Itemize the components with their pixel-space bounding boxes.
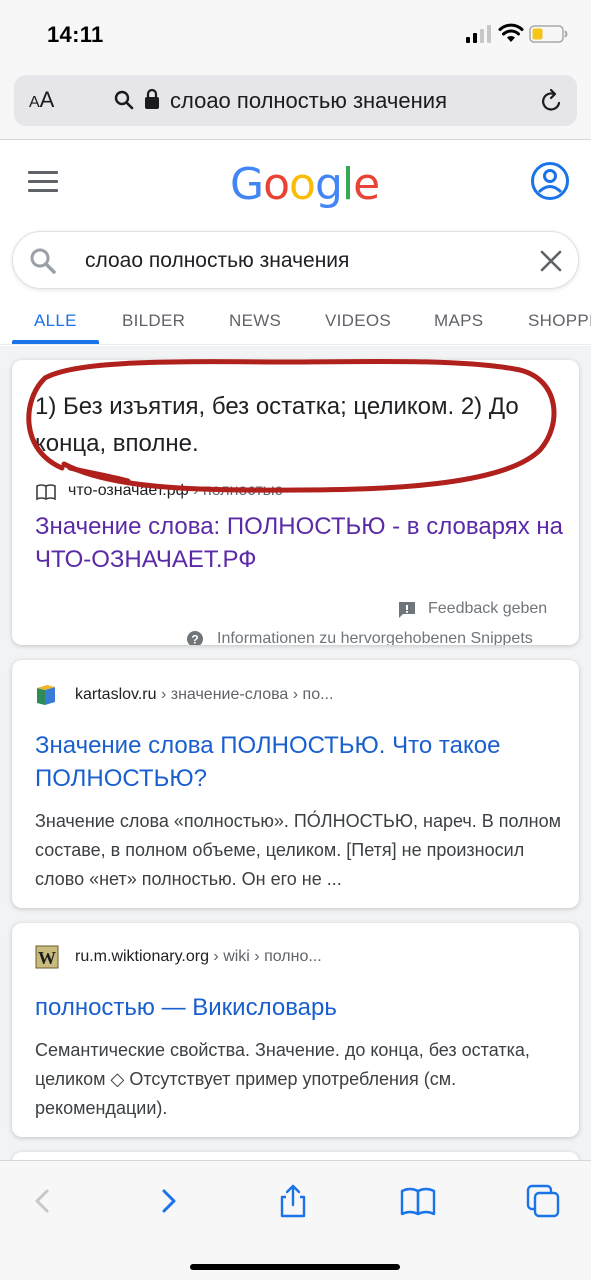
wifi-icon [498, 23, 524, 42]
status-bar: 14:11 [0, 0, 591, 70]
kartaslov-favicon [37, 685, 55, 705]
google-logo[interactable]: Google [230, 159, 380, 210]
tabs-icon[interactable] [525, 1183, 561, 1219]
share-icon[interactable] [275, 1183, 311, 1219]
search-result: kartaslov.ru › значение-слова › по... Зн… [12, 660, 579, 908]
result-description: Значение слова «полностью». ПО́ЛНОСТЬЮ, … [35, 811, 561, 889]
tab-shopping[interactable]: SHOPPING [528, 311, 591, 331]
tab-videos[interactable]: VIDEOS [325, 311, 391, 331]
snippet-title-link[interactable]: Значение слова: ПОЛНОСТЬЮ - в словарях н… [35, 510, 565, 576]
lock-icon [145, 88, 159, 109]
forward-icon[interactable] [151, 1183, 187, 1219]
search-icon [114, 90, 134, 110]
featured-snippet-card: 1) Без изъятия, без остатка; целиком. 2)… [12, 360, 579, 645]
logo-letter: l [341, 159, 354, 210]
result-title-link[interactable]: Значение слова ПОЛНОСТЬЮ. Что такое ПОЛН… [35, 729, 565, 795]
account-icon[interactable] [530, 161, 570, 201]
logo-letter: g [314, 159, 343, 210]
active-tab-indicator [12, 340, 99, 344]
feedback-icon [399, 602, 415, 618]
result-title-link[interactable]: полностью — Викисловарь [35, 991, 565, 1024]
reader-text-size-button[interactable]: AA [29, 87, 54, 113]
result-source[interactable]: ru.m.wiktionary.org › wiki › полно... [75, 948, 322, 966]
tab-all[interactable]: ALLE [34, 311, 77, 331]
search-result: W ru.m.wiktionary.org › wiki › полно... … [12, 923, 579, 1137]
status-time: 14:11 [47, 22, 104, 47]
search-box[interactable]: слоао полностью значения [12, 231, 579, 289]
battery-icon [529, 25, 568, 43]
search-tabs: ALLE BILDER NEWS VIDEOS MAPS SHOPPING [0, 295, 591, 345]
hamburger-menu-icon[interactable] [28, 171, 58, 193]
logo-letter: G [230, 159, 264, 210]
search-input[interactable]: слоао полностью значения [85, 249, 349, 273]
safari-toolbar [0, 1160, 591, 1280]
result-source[interactable]: kartaslov.ru › значение-слова › по... [75, 686, 333, 704]
bookmarks-icon[interactable] [400, 1183, 436, 1219]
reload-icon[interactable] [540, 88, 564, 114]
address-bar-container: AA слоао полностью значения [0, 70, 591, 140]
tab-images[interactable]: BILDER [122, 311, 185, 331]
logo-letter: o [263, 159, 290, 210]
tab-maps[interactable]: MAPS [434, 311, 483, 331]
svg-text:W: W [38, 948, 56, 968]
help-icon: ? [187, 631, 203, 646]
address-bar[interactable]: AA слоао полностью значения [14, 75, 577, 126]
logo-letter: o [289, 159, 316, 210]
cellular-signal-icon [466, 25, 491, 43]
svg-text:?: ? [191, 633, 198, 646]
google-header: Google [0, 141, 591, 226]
back-icon[interactable] [24, 1183, 60, 1219]
wikipedia-w-favicon: W [35, 945, 59, 969]
snippet-source[interactable]: что-означает.рф › полностью [68, 482, 283, 500]
search-icon [30, 248, 56, 274]
feedback-link[interactable]: Feedback geben [428, 600, 547, 618]
tab-news[interactable]: NEWS [229, 311, 281, 331]
book-icon [36, 484, 56, 501]
url-text[interactable]: слоао полностью значения [170, 88, 447, 114]
snippet-text: 1) Без изъятия, без остатка; целиком. 2)… [35, 393, 519, 457]
snippet-info-link[interactable]: Informationen zu hervorgehobenen Snippet… [217, 630, 533, 645]
home-indicator [190, 1264, 400, 1270]
logo-letter: e [353, 159, 380, 210]
result-description: Семантические свойства. Значение. до кон… [35, 1040, 530, 1118]
clear-icon[interactable] [539, 249, 563, 273]
